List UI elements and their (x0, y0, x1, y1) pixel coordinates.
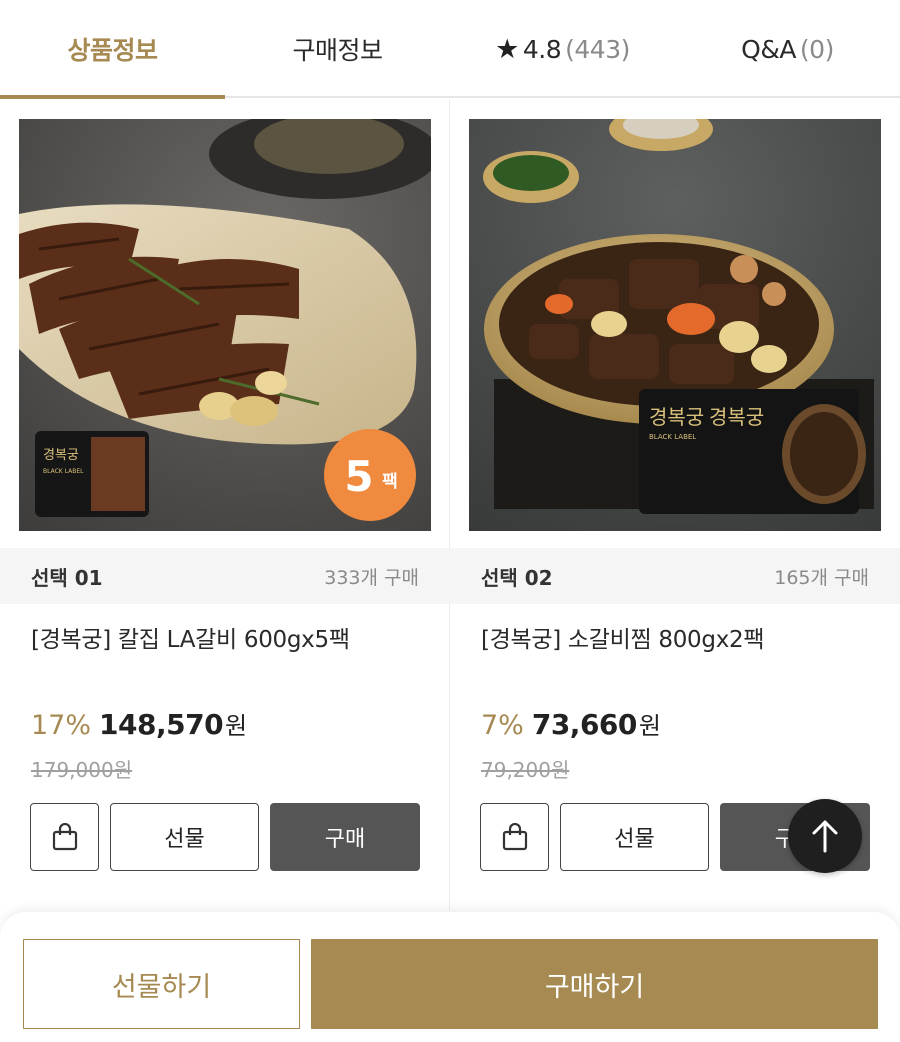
qna-count: (0) (799, 34, 834, 64)
purchase-count: 333개 구매 (324, 566, 419, 589)
purchase-count: 165개 구매 (774, 566, 869, 589)
price-row: 17% 148,570 원 (31, 706, 247, 741)
product-image-la-galbi[interactable]: 경복궁 BLACK LABEL 5 팩 (19, 119, 431, 531)
package-sub-text: BLACK LABEL (43, 468, 84, 475)
currency-unit: 원 (638, 712, 661, 740)
tab-product-info[interactable]: 상품정보 (0, 0, 225, 98)
product-title[interactable]: [경복궁] 소갈비찜 800gx2팩 (481, 620, 765, 654)
gift-button[interactable]: 선물 (560, 803, 709, 871)
package-sub-text-2: BLACK LABEL (649, 433, 696, 441)
product-card-2: 경복궁 경복궁 BLACK LABEL 선택 02 165개 구매 [경복궁] … (450, 100, 900, 910)
original-price: 179,000원 (31, 758, 133, 782)
tab-purchase-info[interactable]: 구매정보 (225, 0, 450, 98)
gift-purchase-button[interactable]: 선물하기 (23, 939, 300, 1029)
tab-qna-label: Q&A (741, 34, 796, 64)
currency-unit: 원 (225, 712, 248, 740)
price-row: 7% 73,660 원 (481, 706, 661, 741)
product-image-galbi-jjim[interactable]: 경복궁 경복궁 BLACK LABEL (469, 119, 881, 531)
tab-qna[interactable]: Q&A (0) (675, 0, 900, 98)
scroll-to-top-button[interactable] (788, 799, 862, 873)
product-meta-row: 선택 01 333개 구매 (0, 548, 450, 604)
package-brand-text: 경복궁 (43, 448, 79, 463)
buy-now-button[interactable]: 구매하기 (311, 939, 878, 1029)
review-rating: 4.8 (522, 34, 562, 64)
shopping-bag-icon (502, 823, 527, 851)
original-price: 79,200원 (481, 758, 570, 782)
sale-price: 148,570 (99, 708, 224, 741)
shopping-bag-icon (52, 823, 77, 851)
product-title[interactable]: [경복궁] 칼집 LA갈비 600gx5팩 (31, 620, 350, 654)
add-to-cart-button[interactable] (30, 803, 99, 871)
option-label: 선택 01 (31, 565, 103, 590)
pack-count-unit: 팩 (382, 472, 398, 492)
tab-bar: 상품정보 구매정보 ★ 4.8 (443) Q&A (0) (0, 0, 900, 99)
gift-button[interactable]: 선물 (110, 803, 259, 871)
active-tab-indicator (0, 95, 225, 99)
option-label: 선택 02 (481, 565, 553, 590)
product-card-1: 경복궁 BLACK LABEL 5 팩 선택 01 333개 구매 [경복궁] … (0, 100, 450, 910)
tab-product-info-label: 상품정보 (67, 36, 158, 65)
discount-rate: 7% (481, 710, 524, 741)
buy-button[interactable]: 구매 (270, 803, 420, 871)
review-count: (443) (565, 34, 630, 64)
star-icon: ★ (495, 33, 519, 65)
tab-reviews[interactable]: ★ 4.8 (443) (450, 0, 675, 98)
package-brand-right: 경복궁 (709, 405, 764, 429)
sale-price: 73,660 (531, 708, 638, 741)
add-to-cart-button[interactable] (480, 803, 549, 871)
pack-count-number: 5 (344, 452, 373, 501)
arrow-up-icon (812, 820, 838, 853)
tab-purchase-info-label: 구매정보 (292, 36, 383, 65)
product-meta-row: 선택 02 165개 구매 (450, 548, 900, 604)
bottom-action-bar: 선물하기 구매하기 (0, 912, 900, 1042)
discount-rate: 17% (31, 710, 92, 741)
package-brand-left: 경복궁 (649, 405, 704, 429)
